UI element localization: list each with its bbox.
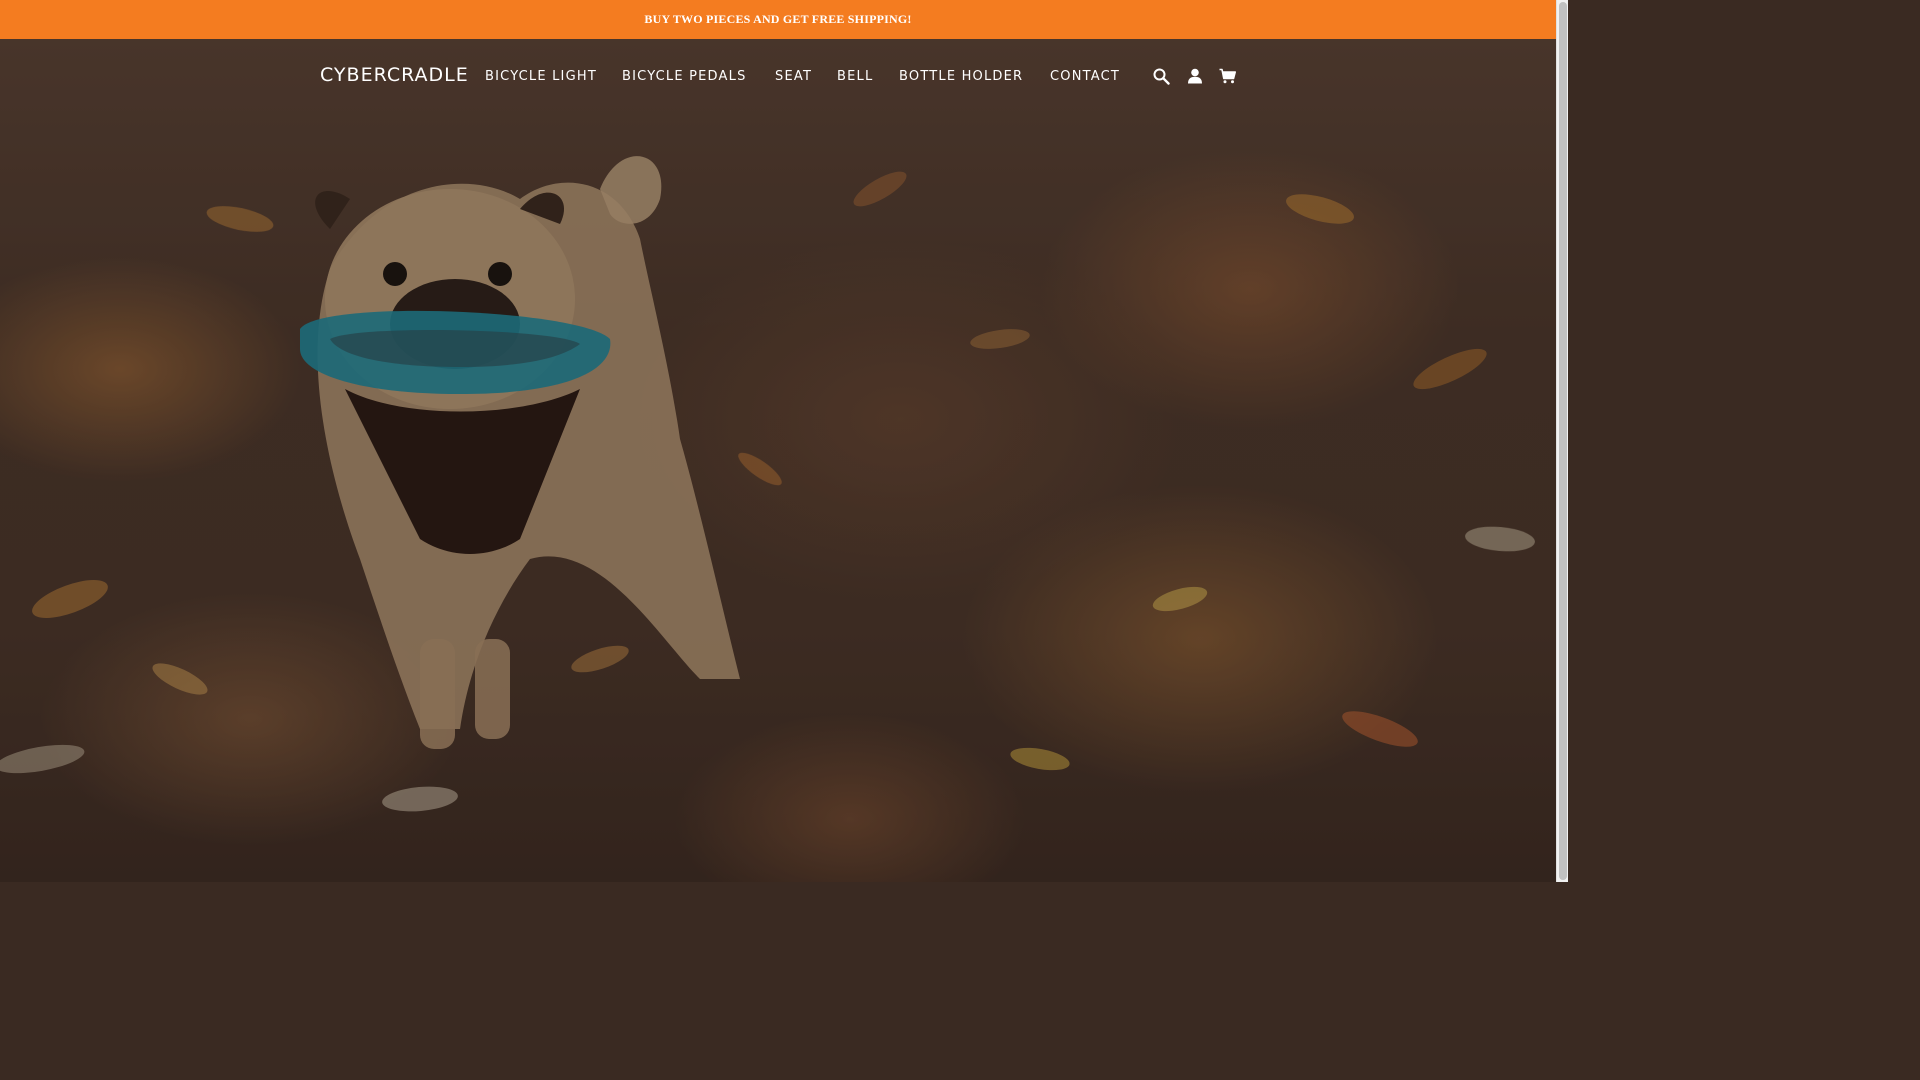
hero-banner: [0, 39, 1556, 882]
nav-item-bell[interactable]: BELL: [837, 69, 873, 84]
cart-icon[interactable]: [1217, 66, 1237, 86]
nav-item-bicycle-light[interactable]: BICYCLE LIGHT: [485, 69, 597, 84]
site-header: CYBERCRADLE BICYCLE LIGHT BICYCLE PEDALS…: [0, 39, 1556, 113]
scrollbar-thumb[interactable]: [1559, 2, 1567, 880]
page-scrollbar[interactable]: [1556, 0, 1568, 882]
announcement-bar: BUY TWO PIECES AND GET FREE SHIPPING!: [0, 0, 1556, 39]
nav-item-bottle-holder[interactable]: BOTTLE HOLDER: [899, 69, 1023, 84]
site-logo[interactable]: CYBERCRADLE: [320, 64, 469, 86]
nav-item-contact[interactable]: CONTACT: [1050, 69, 1120, 84]
nav-item-bicycle-pedals[interactable]: BICYCLE PEDALS: [622, 69, 747, 84]
search-icon[interactable]: [1151, 66, 1171, 86]
nav-item-seat[interactable]: SEAT: [775, 69, 812, 84]
announcement-text: BUY TWO PIECES AND GET FREE SHIPPING!: [644, 12, 912, 26]
account-icon[interactable]: [1185, 66, 1205, 86]
